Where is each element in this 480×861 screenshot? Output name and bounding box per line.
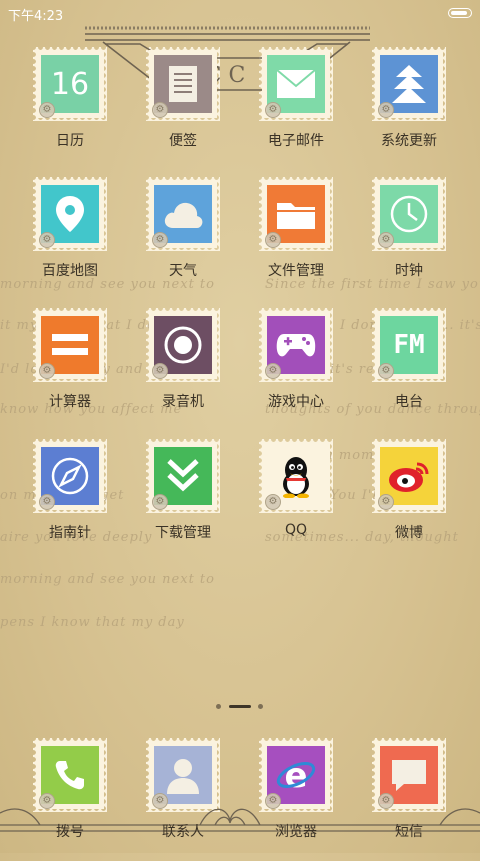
app-stamp-frame[interactable]: ⚙ — [33, 738, 107, 812]
app-compass[interactable]: ⚙ 指南针 — [20, 439, 120, 562]
app-phone[interactable]: ⚙ 拨号 — [20, 738, 120, 861]
gear-badge-icon: ⚙ — [39, 102, 55, 118]
app-label: 便签 — [169, 133, 197, 149]
app-label: 游戏中心 — [268, 394, 324, 410]
app-label: 计算器 — [49, 394, 91, 410]
app-stamp-frame[interactable]: ⚙ — [259, 177, 333, 251]
status-time: 下午4:23 — [8, 9, 64, 24]
app-label: 浏览器 — [275, 824, 317, 840]
app-message[interactable]: ⚙ 短信 — [359, 738, 459, 861]
gear-badge-icon: ⚙ — [39, 363, 55, 379]
app-stamp-frame[interactable]: ⚙ — [259, 47, 333, 121]
gear-badge-icon: ⚙ — [152, 102, 168, 118]
app-weather-cloud[interactable]: ⚙ 天气 — [133, 177, 233, 300]
app-label: 电台 — [395, 394, 423, 410]
gear-badge-icon: ⚙ — [152, 494, 168, 510]
page-indicator[interactable] — [0, 702, 480, 712]
app-stamp-frame[interactable]: ⚙ — [372, 177, 446, 251]
app-stamp-frame[interactable]: FM ⚙ — [372, 308, 446, 382]
app-stamp-frame[interactable]: ⚙ — [372, 738, 446, 812]
app-label: QQ — [284, 522, 308, 538]
gear-badge-icon: ⚙ — [378, 793, 394, 809]
app-calculator[interactable]: ⚙ 计算器 — [20, 308, 120, 431]
app-contact[interactable]: ⚙ 联系人 — [133, 738, 233, 861]
script-line: pens I know that my day — [0, 615, 185, 630]
app-stamp-frame[interactable]: ⚙ — [146, 439, 220, 513]
app-stamp-frame[interactable]: ⚙ — [259, 439, 333, 513]
gear-badge-icon: ⚙ — [265, 102, 281, 118]
page-dot[interactable] — [258, 704, 263, 709]
app-label: 微博 — [395, 525, 423, 541]
app-label: 联系人 — [162, 824, 204, 840]
app-label: 文件管理 — [268, 263, 324, 279]
app-label: 百度地图 — [42, 263, 98, 279]
app-label: 下载管理 — [155, 525, 211, 541]
app-label: 短信 — [395, 824, 423, 840]
app-label: 时钟 — [395, 263, 423, 279]
app-label: 录音机 — [162, 394, 204, 410]
app-stamp-frame[interactable]: ⚙ — [146, 177, 220, 251]
app-stamp-frame[interactable]: ⚙ — [33, 177, 107, 251]
app-stamp-frame[interactable]: 16 ⚙ — [33, 47, 107, 121]
gear-badge-icon: ⚙ — [152, 232, 168, 248]
app-label: 日历 — [56, 133, 84, 149]
app-weibo[interactable]: ⚙ 微博 — [359, 439, 459, 562]
gear-badge-icon: ⚙ — [152, 363, 168, 379]
app-qq-penguin[interactable]: ⚙ QQ — [246, 439, 346, 562]
app-label: 指南针 — [49, 525, 91, 541]
gear-badge-icon: ⚙ — [39, 232, 55, 248]
app-download[interactable]: ⚙ 下载管理 — [133, 439, 233, 562]
app-clock[interactable]: ⚙ 时钟 — [359, 177, 459, 300]
app-stamp-frame[interactable]: ⚙ — [372, 47, 446, 121]
app-label: 电子邮件 — [268, 133, 324, 149]
app-label: 天气 — [169, 263, 197, 279]
svg-text:e: e — [284, 756, 307, 795]
gear-badge-icon: ⚙ — [378, 363, 394, 379]
app-stamp-frame[interactable]: ⚙ — [146, 308, 220, 382]
page-dot[interactable] — [216, 704, 221, 709]
gear-badge-icon: ⚙ — [378, 494, 394, 510]
app-folder[interactable]: ⚙ 文件管理 — [246, 177, 346, 300]
app-recorder[interactable]: ⚙ 录音机 — [133, 308, 233, 431]
app-stamp-frame[interactable]: ⚙ — [372, 439, 446, 513]
app-radio-fm[interactable]: FM ⚙ 电台 — [359, 308, 459, 431]
app-stamp-frame[interactable]: ⚙ — [33, 308, 107, 382]
app-gamepad[interactable]: ⚙ 游戏中心 — [246, 308, 346, 431]
app-stamp-frame[interactable]: ⚙ — [146, 47, 220, 121]
gear-badge-icon: ⚙ — [378, 232, 394, 248]
gear-badge-icon: ⚙ — [152, 793, 168, 809]
app-calendar[interactable]: 16 ⚙ 日历 — [20, 47, 120, 170]
gear-badge-icon: ⚙ — [378, 102, 394, 118]
app-label: 系统更新 — [381, 133, 437, 149]
app-browser[interactable]: e ⚙ 浏览器 — [246, 738, 346, 861]
app-system-update[interactable]: ⚙ 系统更新 — [359, 47, 459, 170]
gear-badge-icon: ⚙ — [39, 494, 55, 510]
app-stamp-frame[interactable]: e ⚙ — [259, 738, 333, 812]
battery-icon — [448, 8, 472, 18]
app-notes[interactable]: ⚙ 便签 — [133, 47, 233, 170]
app-email[interactable]: ⚙ 电子邮件 — [246, 47, 346, 170]
app-label: 拨号 — [56, 824, 84, 840]
gear-badge-icon: ⚙ — [39, 793, 55, 809]
app-map-pin[interactable]: ⚙ 百度地图 — [20, 177, 120, 300]
page-dot-active[interactable] — [229, 705, 251, 708]
gear-badge-icon: ⚙ — [265, 793, 281, 809]
status-bar: 下午4:23 — [0, 0, 480, 26]
script-line: morning and see you next to — [0, 572, 215, 587]
gear-badge-icon: ⚙ — [265, 363, 281, 379]
gear-badge-icon: ⚙ — [265, 494, 281, 510]
gear-badge-icon: ⚙ — [265, 232, 281, 248]
app-stamp-frame[interactable]: ⚙ — [33, 439, 107, 513]
app-stamp-frame[interactable]: ⚙ — [259, 308, 333, 382]
app-stamp-frame[interactable]: ⚙ — [146, 738, 220, 812]
